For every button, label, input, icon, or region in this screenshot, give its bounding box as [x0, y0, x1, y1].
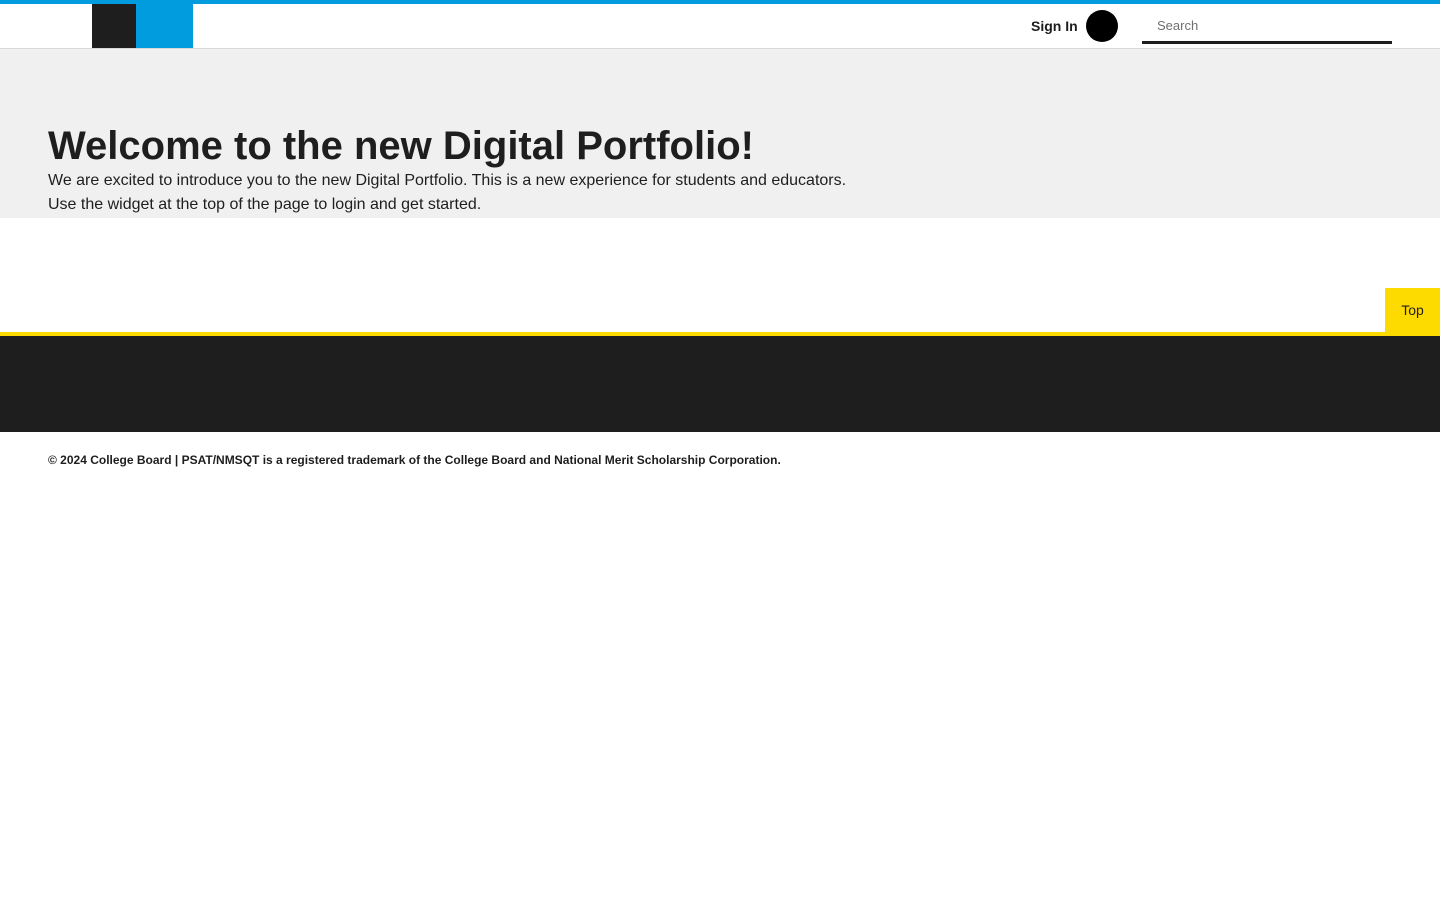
search-input[interactable]: [1142, 10, 1392, 44]
sign-in-link[interactable]: Sign In: [1031, 18, 1078, 34]
hero-description-line-1: We are excited to introduce you to the n…: [48, 172, 847, 189]
hero-description-line-2: Use the widget at the top of the page to…: [48, 196, 482, 213]
site-footer: [0, 336, 1440, 432]
hero-banner: Welcome to the new Digital Portfolio! We…: [0, 49, 1440, 218]
page-title: Welcome to the new Digital Portfolio!: [48, 124, 754, 168]
college-board-logo-icon[interactable]: [92, 4, 136, 48]
user-avatar-icon[interactable]: [1086, 10, 1118, 42]
hero-description: We are excited to introduce you to the n…: [48, 169, 948, 217]
sign-in-label: Sign In: [1031, 18, 1078, 34]
college-board-logo-accent[interactable]: [136, 4, 193, 48]
back-to-top-button[interactable]: Top: [1385, 288, 1440, 332]
copyright-notice: © 2024 College Board | PSAT/NMSQT is a r…: [48, 453, 781, 467]
site-header: Sign In: [0, 0, 1440, 49]
